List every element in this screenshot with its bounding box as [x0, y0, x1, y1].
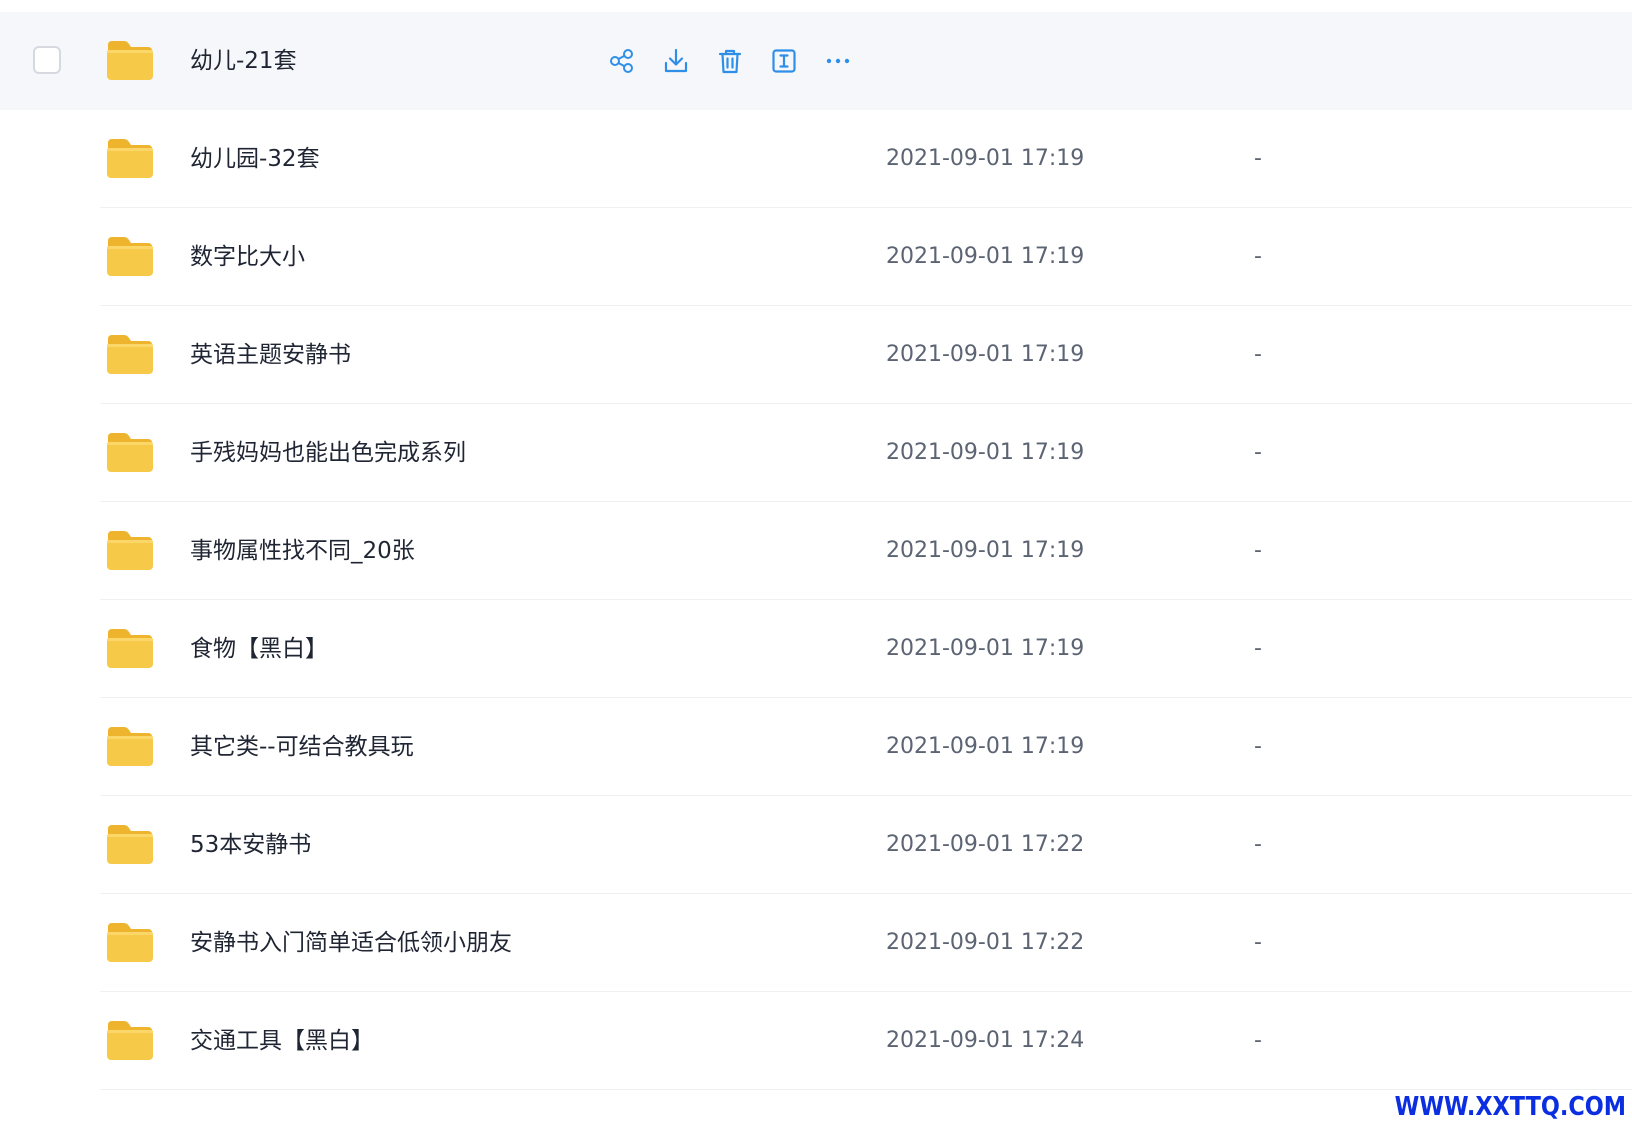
file-modified-time: 2021-09-01 17:19 — [886, 538, 1085, 563]
file-row[interactable]: 数字比大小 2021-09-01 17:19 - — [0, 208, 1632, 306]
delete-button[interactable] — [713, 46, 747, 76]
file-name[interactable]: 手残妈妈也能出色完成系列 — [190, 404, 466, 502]
folder-icon — [106, 235, 154, 277]
rename-button[interactable] — [767, 46, 801, 76]
folder-icon — [106, 137, 154, 179]
file-name[interactable]: 数字比大小 — [190, 208, 305, 306]
file-size: - — [1254, 930, 1262, 955]
download-button[interactable] — [659, 46, 693, 76]
file-row[interactable]: 其它类--可结合教具玩 2021-09-01 17:19 - — [0, 698, 1632, 796]
file-modified-time: 2021-09-01 17:19 — [886, 244, 1085, 269]
file-modified-time: 2021-09-01 17:19 — [886, 440, 1085, 465]
file-name[interactable]: 幼儿园-32套 — [190, 110, 320, 208]
watermark: WWW.XXTTQ.COM — [1394, 1092, 1626, 1122]
file-name[interactable]: 事物属性找不同_20张 — [190, 502, 415, 600]
folder-icon — [106, 529, 154, 571]
file-name[interactable]: 安静书入门简单适合低领小朋友 — [190, 894, 512, 992]
file-modified-time: 2021-09-01 17:22 — [886, 930, 1085, 955]
folder-icon — [106, 725, 154, 767]
file-name[interactable]: 其它类--可结合教具玩 — [190, 698, 414, 796]
file-size: - — [1254, 1028, 1262, 1053]
file-row[interactable]: 53本安静书 2021-09-01 17:22 - — [0, 796, 1632, 894]
file-name[interactable]: 交通工具【黑白】 — [190, 992, 374, 1090]
file-row[interactable]: 手残妈妈也能出色完成系列 2021-09-01 17:19 - — [0, 404, 1632, 502]
row-checkbox[interactable] — [33, 46, 61, 74]
file-row[interactable]: 食物【黑白】 2021-09-01 17:19 - — [0, 600, 1632, 698]
file-modified-time: 2021-09-01 17:19 — [886, 734, 1085, 759]
file-size: - — [1254, 636, 1262, 661]
download-icon — [664, 48, 688, 73]
file-row-hovered[interactable]: 幼儿-21套 — [0, 12, 1632, 110]
file-rows: 幼儿园-32套 2021-09-01 17:19 - 数字比大小 2021-09-01 … — [0, 110, 1632, 1090]
file-row[interactable]: 交通工具【黑白】 2021-09-01 17:24 - — [0, 992, 1632, 1090]
file-size: - — [1254, 244, 1262, 269]
file-row[interactable]: 英语主题安静书 2021-09-01 17:19 - — [0, 306, 1632, 404]
folder-icon — [106, 627, 154, 669]
folder-icon — [106, 921, 154, 963]
folder-icon — [106, 39, 154, 81]
share-button[interactable] — [605, 46, 639, 76]
file-row[interactable]: 事物属性找不同_20张 2021-09-01 17:19 - — [0, 502, 1632, 600]
file-name[interactable]: 幼儿-21套 — [190, 12, 297, 110]
trash-icon — [718, 49, 742, 74]
file-list: 幼儿-21套 幼儿园-32套 2021-09-01 17:19 - 数字比大小 … — [0, 12, 1632, 1090]
row-actions — [605, 46, 855, 76]
file-row[interactable]: 幼儿园-32套 2021-09-01 17:19 - — [0, 110, 1632, 208]
file-name[interactable]: 食物【黑白】 — [190, 600, 328, 698]
more-dots-icon — [826, 58, 850, 64]
file-name[interactable]: 英语主题安静书 — [190, 306, 351, 404]
file-size: - — [1254, 734, 1262, 759]
file-modified-time: 2021-09-01 17:19 — [886, 146, 1085, 171]
file-modified-time: 2021-09-01 17:24 — [886, 1028, 1085, 1053]
file-size: - — [1254, 342, 1262, 367]
file-row[interactable]: 安静书入门简单适合低领小朋友 2021-09-01 17:22 - — [0, 894, 1632, 992]
file-size: - — [1254, 440, 1262, 465]
folder-icon — [106, 431, 154, 473]
file-size: - — [1254, 538, 1262, 563]
folder-icon — [106, 823, 154, 865]
folder-icon — [106, 1019, 154, 1061]
rename-icon — [772, 49, 796, 73]
share-icon — [610, 49, 633, 73]
file-name[interactable]: 53本安静书 — [190, 796, 311, 894]
file-modified-time: 2021-09-01 17:22 — [886, 832, 1085, 857]
more-button[interactable] — [821, 46, 855, 76]
file-size: - — [1254, 832, 1262, 857]
folder-icon — [106, 333, 154, 375]
file-modified-time: 2021-09-01 17:19 — [886, 342, 1085, 367]
file-modified-time: 2021-09-01 17:19 — [886, 636, 1085, 661]
row-divider — [100, 1089, 1632, 1090]
file-size: - — [1254, 146, 1262, 171]
